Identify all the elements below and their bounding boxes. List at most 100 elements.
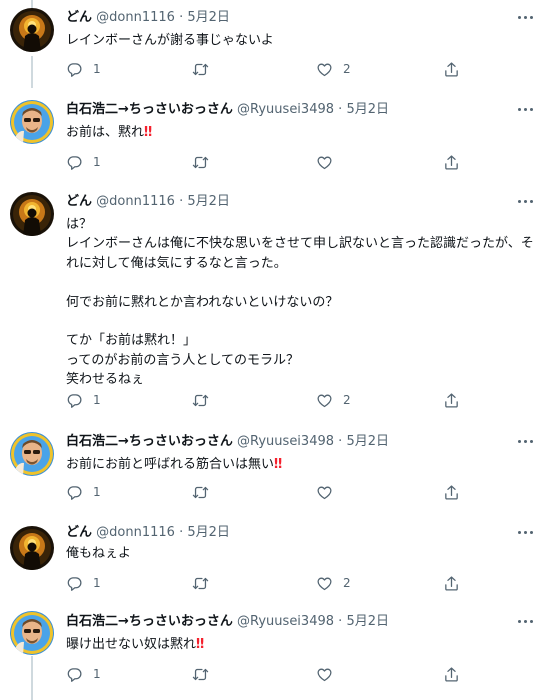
separator-dot: ·	[338, 434, 343, 449]
tweet-text: は？ レインボーさんは俺に不快な思いをさせて申し訳ないと言った認識だったが、そ …	[66, 217, 534, 388]
like-icon	[316, 392, 333, 409]
reply-icon	[66, 484, 83, 501]
share-icon	[443, 61, 460, 78]
tweet-actions: 1 2	[66, 390, 516, 410]
more-icon[interactable]	[516, 433, 536, 449]
tweet-actions: 1	[66, 664, 516, 684]
like-button[interactable]	[316, 482, 343, 502]
tweet[interactable]: 白石浩二→ちっさいおっさん @Ryuusei3498 · 5月2日 お前は、黙れ…	[0, 88, 550, 180]
user-handle[interactable]: @Ryuusei3498	[237, 434, 334, 449]
share-button[interactable]	[443, 152, 460, 172]
reply-icon	[66, 575, 83, 592]
share-button[interactable]	[443, 664, 460, 684]
reply-icon	[66, 666, 83, 683]
tweet-actions: 1	[66, 152, 516, 172]
tweet-actions: 1 2	[66, 59, 516, 79]
tweet-text: 俺もねぇよ	[66, 546, 132, 561]
more-icon[interactable]	[516, 101, 536, 117]
like-icon	[316, 666, 333, 683]
tweet-date[interactable]: 5月2日	[187, 194, 230, 209]
tweet[interactable]: 白石浩二→ちっさいおっさん @Ryuusei3498 · 5月2日 曝け出せない…	[0, 606, 550, 700]
like-button[interactable]: 2	[316, 59, 351, 79]
share-icon	[443, 392, 460, 409]
avatar[interactable]	[10, 192, 54, 236]
separator-dot: ·	[179, 10, 184, 25]
thread-line	[31, 656, 33, 700]
retweet-button[interactable]	[192, 664, 219, 684]
avatar[interactable]	[10, 611, 54, 655]
avatar[interactable]	[10, 100, 54, 144]
reply-count: 1	[93, 62, 101, 76]
more-icon[interactable]	[516, 524, 536, 540]
avatar[interactable]	[10, 526, 54, 570]
like-icon	[316, 575, 333, 592]
reply-count: 1	[93, 485, 101, 499]
user-handle[interactable]: @Ryuusei3498	[237, 102, 334, 117]
more-icon[interactable]	[516, 193, 536, 209]
separator-dot: ·	[338, 102, 343, 117]
user-handle[interactable]: @Ryuusei3498	[237, 614, 334, 629]
tweet-date[interactable]: 5月2日	[346, 614, 389, 629]
share-button[interactable]	[443, 482, 460, 502]
like-button[interactable]	[316, 152, 343, 172]
user-handle[interactable]: @donn1116	[96, 10, 175, 25]
like-button[interactable]: 2	[316, 390, 351, 410]
user-handle[interactable]: @donn1116	[96, 194, 175, 209]
tweet-actions: 1	[66, 482, 516, 502]
double-exclamation-emoji: ‼	[274, 457, 283, 472]
tweet-date[interactable]: 5月2日	[187, 525, 230, 540]
tweet-date[interactable]: 5月2日	[346, 102, 389, 117]
more-icon[interactable]	[516, 9, 536, 25]
retweet-button[interactable]	[192, 152, 219, 172]
avatar[interactable]	[10, 432, 54, 476]
tweet-actions: 1 2	[66, 573, 516, 593]
reply-button[interactable]: 1	[66, 573, 101, 593]
separator-dot: ·	[179, 194, 184, 209]
tweet[interactable]: どん @donn1116 · 5月2日 は？ レインボーさんは俺に不快な思いをさ…	[0, 180, 550, 424]
like-icon	[316, 484, 333, 501]
reply-button[interactable]: 1	[66, 664, 101, 684]
tweet-date[interactable]: 5月2日	[346, 434, 389, 449]
tweet[interactable]: 白石浩二→ちっさいおっさん @Ryuusei3498 · 5月2日 お前にお前と…	[0, 424, 550, 518]
retweet-icon	[192, 484, 209, 501]
tweet-header: どん @donn1116 · 5月2日	[66, 524, 230, 542]
share-button[interactable]	[443, 573, 460, 593]
like-button[interactable]: 2	[316, 573, 351, 593]
reply-button[interactable]: 1	[66, 482, 101, 502]
more-icon[interactable]	[516, 613, 536, 629]
reply-count: 1	[93, 576, 101, 590]
tweet-header: どん @donn1116 · 5月2日	[66, 9, 230, 27]
display-name[interactable]: どん	[66, 194, 92, 209]
reply-button[interactable]: 1	[66, 390, 101, 410]
retweet-button[interactable]	[192, 573, 219, 593]
tweet[interactable]: どん @donn1116 · 5月2日 俺もねぇよ 1 2	[0, 518, 550, 606]
tweet-header: どん @donn1116 · 5月2日	[66, 193, 230, 211]
reply-icon	[66, 154, 83, 171]
tweet-text: 曝け出せない奴は黙れ‼	[66, 637, 205, 652]
tweet[interactable]: どん @donn1116 · 5月2日 レインボーさんが謝る事じゃないよ 1 2	[0, 0, 550, 88]
tweet-date[interactable]: 5月2日	[187, 10, 230, 25]
display-name[interactable]: どん	[66, 10, 92, 25]
like-button[interactable]	[316, 664, 343, 684]
tweet-header: 白石浩二→ちっさいおっさん @Ryuusei3498 · 5月2日	[66, 101, 389, 119]
reply-button[interactable]: 1	[66, 152, 101, 172]
reply-button[interactable]: 1	[66, 59, 101, 79]
retweet-icon	[192, 575, 209, 592]
retweet-button[interactable]	[192, 390, 219, 410]
share-button[interactable]	[443, 59, 460, 79]
tweet-text: お前は、黙れ‼	[66, 125, 153, 140]
share-icon	[443, 154, 460, 171]
retweet-button[interactable]	[192, 482, 219, 502]
display-name[interactable]: 白石浩二→ちっさいおっさん	[66, 614, 233, 629]
user-handle[interactable]: @donn1116	[96, 525, 175, 540]
display-name[interactable]: どん	[66, 525, 92, 540]
share-button[interactable]	[443, 390, 460, 410]
retweet-button[interactable]	[192, 59, 219, 79]
like-count: 2	[343, 393, 351, 407]
display-name[interactable]: 白石浩二→ちっさいおっさん	[66, 102, 233, 117]
avatar[interactable]	[10, 8, 54, 52]
tweet-header: 白石浩二→ちっさいおっさん @Ryuusei3498 · 5月2日	[66, 613, 389, 631]
reply-icon	[66, 392, 83, 409]
reply-count: 1	[93, 155, 101, 169]
display-name[interactable]: 白石浩二→ちっさいおっさん	[66, 434, 233, 449]
